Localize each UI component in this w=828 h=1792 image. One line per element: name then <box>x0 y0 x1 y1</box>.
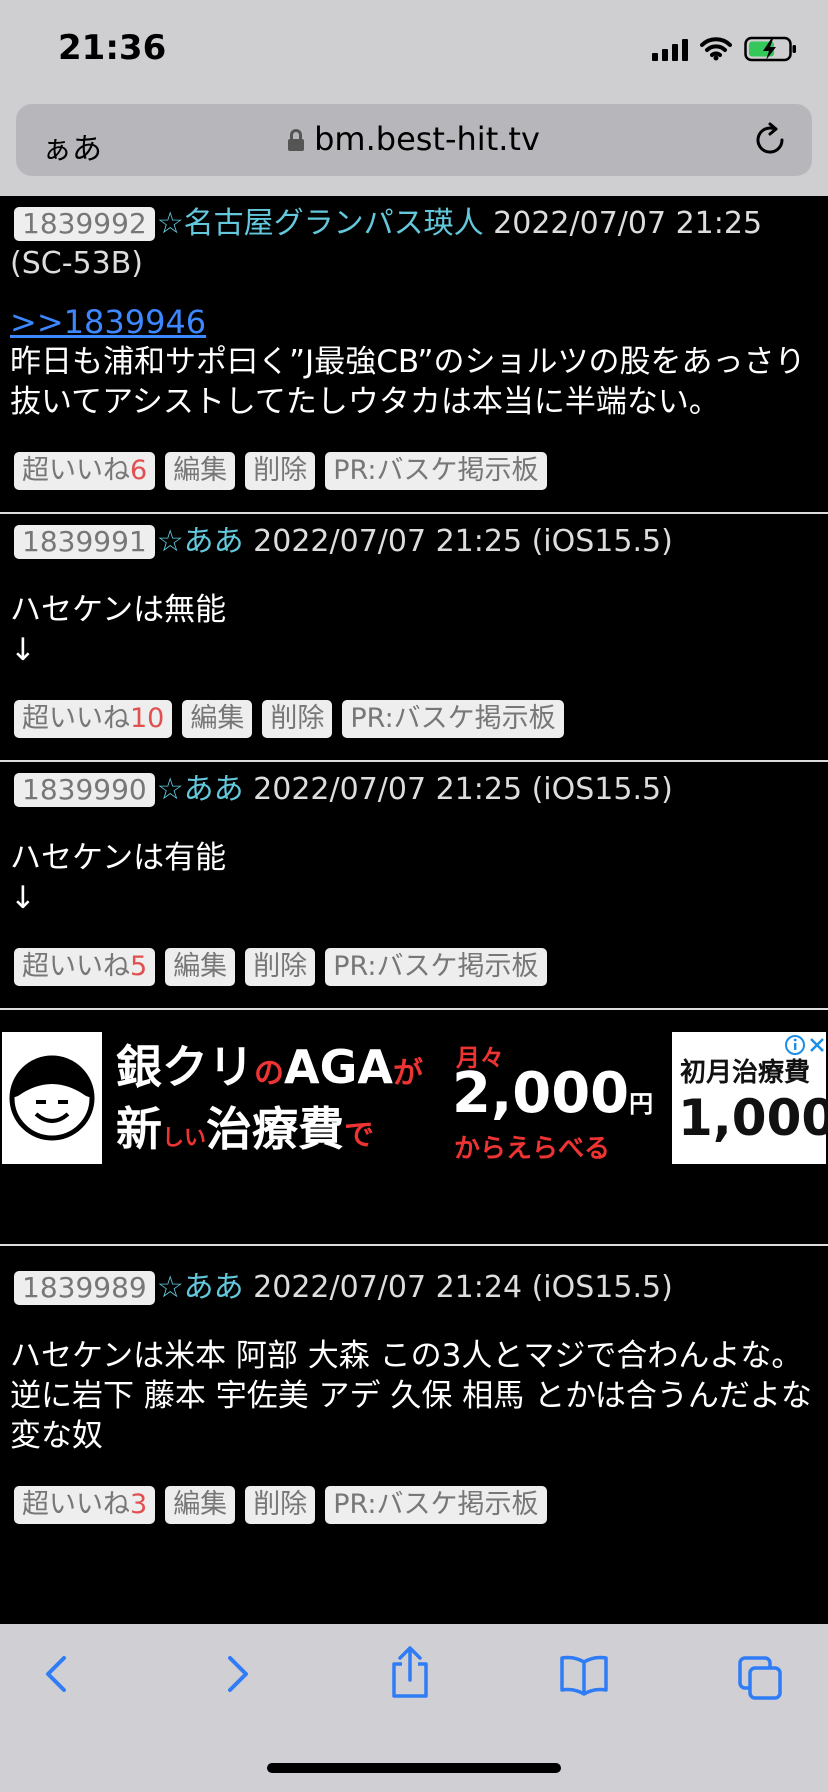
ad-face-illustration <box>2 1032 102 1164</box>
signal-icon <box>652 37 688 61</box>
url-display[interactable]: bm.best-hit.tv <box>16 120 812 158</box>
share-icon[interactable] <box>388 1644 432 1700</box>
pr-link-button[interactable]: PR:バスケ掲示板 <box>325 1486 547 1524</box>
pr-link-button[interactable]: PR:バスケ掲示板 <box>325 948 547 986</box>
like-label: 超いいね <box>22 1489 130 1520</box>
post-body: >>1839946 昨日も浦和サポ曰く”J最強CB”のショルツの股をあっさり抜い… <box>10 302 818 422</box>
ad-text: が <box>392 1056 423 1091</box>
post-body: ハセケンは有能 ↓ <box>10 838 818 918</box>
super-like-button[interactable]: 超いいね3 <box>14 1486 156 1524</box>
ad-text: 治療費 <box>206 1102 345 1156</box>
post-number[interactable]: 1839991 <box>14 525 155 559</box>
browser-top-bar: 21:36 ぁあ bm.best-hit.tv <box>0 0 828 196</box>
thread-content[interactable]: 1839992 ☆名古屋グランパス瑛人 2022/07/07 21:25 (SC-… <box>0 196 828 1624</box>
post-number[interactable]: 1839990 <box>14 773 155 807</box>
post: 1839989 ☆ああ 2022/07/07 21:24 (iOS15.5) ハセ… <box>0 1246 828 1546</box>
edit-button[interactable]: 編集 <box>165 948 236 986</box>
post-text-line: ↓ <box>10 880 36 916</box>
like-label: 超いいね <box>22 951 130 982</box>
lock-icon <box>288 129 305 151</box>
post-text-line: ハセケンは有能 <box>10 840 227 876</box>
url-text: bm.best-hit.tv <box>314 120 540 158</box>
post: 1839992 ☆名古屋グランパス瑛人 2022/07/07 21:25 (SC-… <box>0 196 828 514</box>
post-text-line: ハセケンは無能 <box>10 592 227 628</box>
like-label: 超いいね <box>22 703 130 734</box>
poster-name: ☆ああ <box>156 524 244 559</box>
ad-text: 円 <box>629 1090 654 1118</box>
post-text-line: ↓ <box>10 632 36 668</box>
ad-text: の <box>254 1056 284 1091</box>
post-actions: 超いいね3 編集 削除 PR:バスケ掲示板 <box>10 1456 818 1546</box>
like-count: 6 <box>130 455 148 486</box>
status-time: 21:36 <box>58 28 167 68</box>
pr-link-button[interactable]: PR:バスケ掲示板 <box>342 700 564 738</box>
poster-name: ☆ああ <box>156 772 244 807</box>
post-text-line: ハセケンは米本 阿部 大森 この3人とマジで合わんよな。逆に岩下 藤本 宇佐美 … <box>10 1338 812 1414</box>
ad-info-icon[interactable] <box>784 1034 806 1056</box>
tabs-icon[interactable] <box>736 1654 784 1702</box>
ad-section: 銀クリのAGAが 新しい治療費で 月々 2,000円 からえらべる 初月治療費 … <box>0 1010 828 1246</box>
ad-price: 2,000 <box>452 1061 630 1126</box>
like-count: 3 <box>130 1489 148 1520</box>
delete-button[interactable]: 削除 <box>245 1486 316 1524</box>
post: 1839990 ☆ああ 2022/07/07 21:25 (iOS15.5) ハセ… <box>0 762 828 1010</box>
edit-button[interactable]: 編集 <box>165 1486 236 1524</box>
post-actions: 超いいね6 編集 削除 PR:バスケ掲示板 <box>10 422 818 512</box>
delete-button[interactable]: 削除 <box>262 700 333 738</box>
ad-text: しい <box>162 1126 207 1151</box>
post-header: 1839991 ☆ああ 2022/07/07 21:25 (iOS15.5) <box>10 522 818 562</box>
ad-text: AGA <box>284 1040 393 1094</box>
post-meta: 2022/07/07 21:25 (iOS15.5) <box>243 772 673 807</box>
super-like-button[interactable]: 超いいね6 <box>14 452 156 490</box>
status-icons <box>652 36 798 62</box>
like-label: 超いいね <box>22 455 130 486</box>
bookmarks-icon[interactable] <box>558 1650 610 1698</box>
ad-text: 新 <box>116 1102 162 1156</box>
post-body: ハセケンは無能 ↓ <box>10 590 818 670</box>
like-count: 5 <box>130 951 148 982</box>
ad-price: 1,000 <box>678 1089 828 1147</box>
post-actions: 超いいね10 編集 削除 PR:バスケ掲示板 <box>10 670 818 760</box>
ad-text: 銀クリ <box>116 1040 254 1094</box>
ad-text: で <box>344 1118 375 1153</box>
delete-button[interactable]: 削除 <box>245 948 316 986</box>
post-number[interactable]: 1839992 <box>14 207 155 241</box>
edit-button[interactable]: 編集 <box>165 452 236 490</box>
post-header: 1839990 ☆ああ 2022/07/07 21:25 (iOS15.5) <box>10 770 818 810</box>
post-actions: 超いいね5 編集 削除 PR:バスケ掲示板 <box>10 918 818 1008</box>
ad-text: からえらべる <box>454 1134 611 1164</box>
forward-icon[interactable] <box>216 1650 256 1698</box>
poster-name: ☆ああ <box>156 1270 244 1305</box>
post: 1839991 ☆ああ 2022/07/07 21:25 (iOS15.5) ハセ… <box>0 514 828 762</box>
post-text: 昨日も浦和サポ曰く”J最強CB”のショルツの股をあっさり抜いてアシストしてたしウ… <box>10 344 806 420</box>
super-like-button[interactable]: 超いいね10 <box>14 700 173 738</box>
post-text-line: 変な奴 <box>10 1418 103 1454</box>
post-header: 1839992 ☆名古屋グランパス瑛人 2022/07/07 21:25 (SC-… <box>10 204 818 284</box>
post-body: ハセケンは米本 阿部 大森 この3人とマジで合わんよな。逆に岩下 藤本 宇佐美 … <box>10 1336 818 1456</box>
delete-button[interactable]: 削除 <box>245 452 316 490</box>
super-like-button[interactable]: 超いいね5 <box>14 948 156 986</box>
post-header: 1839989 ☆ああ 2022/07/07 21:24 (iOS15.5) <box>10 1268 818 1308</box>
ad-main-copy: 銀クリのAGAが 新しい治療費で 月々 2,000円 からえらべる <box>102 1032 672 1164</box>
ad-close-icon[interactable] <box>808 1036 826 1054</box>
ad-side-panel: 初月治療費 1,000円 <box>672 1032 828 1164</box>
home-indicator[interactable] <box>267 1763 561 1773</box>
ad-text: 初月治療費 <box>680 1058 811 1088</box>
post-meta: 2022/07/07 21:25 (iOS15.5) <box>243 524 673 559</box>
reply-link[interactable]: >>1839946 <box>10 302 818 342</box>
ad-banner[interactable]: 銀クリのAGAが 新しい治療費で 月々 2,000円 からえらべる 初月治療費 … <box>2 1032 828 1164</box>
post-number[interactable]: 1839989 <box>14 1271 155 1305</box>
reload-icon[interactable] <box>752 122 788 158</box>
address-bar[interactable]: ぁあ bm.best-hit.tv <box>16 104 812 176</box>
poster-name: ☆名古屋グランパス瑛人 <box>156 206 484 241</box>
edit-button[interactable]: 編集 <box>182 700 253 738</box>
wifi-icon <box>700 37 732 61</box>
like-count: 10 <box>130 703 165 734</box>
post-meta: 2022/07/07 21:24 (iOS15.5) <box>243 1270 673 1305</box>
back-icon[interactable] <box>38 1650 78 1698</box>
battery-charging-icon <box>744 36 796 62</box>
pr-link-button[interactable]: PR:バスケ掲示板 <box>325 452 547 490</box>
